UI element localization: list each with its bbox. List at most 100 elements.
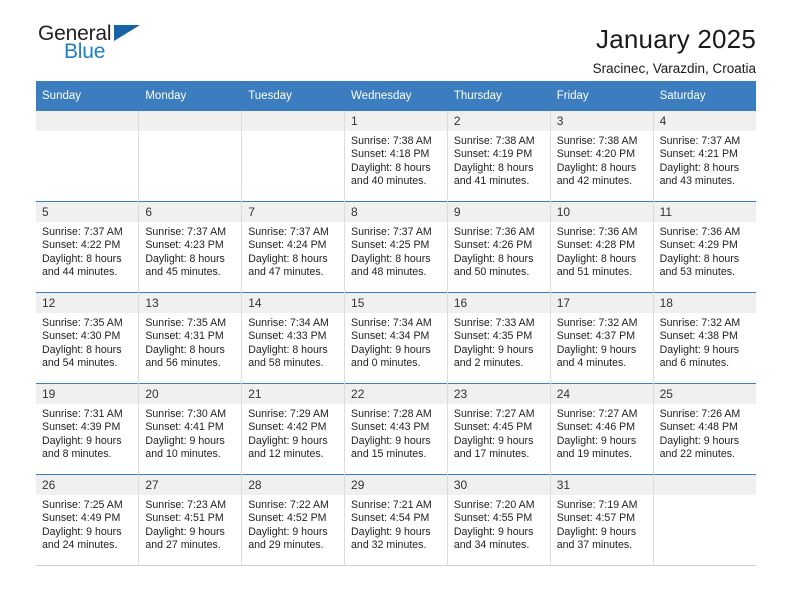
sunrise-text: Sunrise: 7:38 AM: [351, 135, 432, 147]
day-number: 2: [447, 111, 550, 131]
sunrise-text: Sunrise: 7:23 AM: [145, 499, 227, 511]
day-number: 14: [242, 293, 345, 313]
daylight-text: Daylight: 9 hours: [453, 525, 534, 538]
sunset-text: Sunset: 4:31 PM: [145, 330, 224, 343]
calendar-day-cell[interactable]: 13 Sunrise: 7:35 AM Sunset: 4:31 PM Dayligh…: [138, 292, 243, 384]
calendar-day-cell[interactable]: 12 Sunrise: 7:35 AM Sunset: 4:30 PM Dayligh…: [36, 292, 140, 384]
calendar-day-cell[interactable]: 29 Sunrise: 7:21 AM Sunset: 4:54 PM Dayligh…: [344, 474, 448, 566]
day-number: 23: [447, 384, 550, 404]
calendar-day-cell[interactable]: 23 Sunrise: 7:27 AM Sunset: 4:45 PM Dayligh…: [447, 383, 551, 475]
calendar-day-cell[interactable]: 19 Sunrise: 7:31 AM Sunset: 4:39 PM Dayligh…: [36, 383, 140, 475]
calendar-day-cell[interactable]: 30 Sunrise: 7:20 AM Sunset: 4:55 PM Dayligh…: [447, 474, 551, 566]
sunrise-text: Sunrise: 7:37 AM: [248, 226, 329, 238]
calendar-day-cell-empty: [653, 474, 756, 566]
calendar-day-cell[interactable]: 11 Sunrise: 7:36 AM Sunset: 4:29 PM Dayligh…: [653, 201, 756, 293]
daylight-text: Daylight: 8 hours: [556, 252, 637, 265]
day-number: 7: [242, 202, 345, 222]
day-number: 31: [550, 475, 653, 495]
calendar-day-cell[interactable]: 5 Sunrise: 7:37 AM Sunset: 4:22 PM Daylight…: [36, 201, 140, 293]
weekday-header-sunday: Sunday: [36, 81, 140, 111]
sunrise-text: Sunrise: 7:30 AM: [145, 408, 227, 420]
day-details: Sunrise: 7:23 AM Sunset: 4:51 PM Daylight:…: [139, 495, 241, 553]
title-block: January 2025 Sracinec, Varazdin, Croatia: [593, 22, 756, 77]
day-number: 22: [345, 384, 447, 404]
calendar-day-cell[interactable]: 17 Sunrise: 7:32 AM Sunset: 4:37 PM Dayligh…: [550, 292, 654, 384]
daylight-text-cont: and 50 minutes.: [453, 266, 530, 279]
day-details: Sunrise: 7:37 AM Sunset: 4:25 PM Daylight:…: [345, 222, 447, 280]
calendar-day-cell[interactable]: 2 Sunrise: 7:38 AM Sunset: 4:19 PM Daylight…: [447, 110, 551, 202]
calendar-day-cell-empty: [36, 110, 140, 202]
daylight-text-cont: and 34 minutes.: [453, 539, 530, 552]
daylight-text: Daylight: 9 hours: [248, 434, 328, 447]
sunrise-text: Sunrise: 7:36 AM: [556, 226, 638, 238]
sunrise-text: Sunrise: 7:32 AM: [556, 317, 638, 329]
day-number: 3: [550, 111, 653, 131]
calendar-day-cell[interactable]: 28 Sunrise: 7:22 AM Sunset: 4:52 PM Dayligh…: [241, 474, 346, 566]
weekday-header-wednesday: Wednesday: [344, 81, 448, 111]
sunrise-text: Sunrise: 7:20 AM: [453, 499, 535, 511]
day-number: 25: [653, 384, 756, 404]
sunrise-text: Sunrise: 7:35 AM: [145, 317, 227, 329]
day-details: Sunrise: 7:20 AM Sunset: 4:55 PM Daylight:…: [448, 495, 550, 553]
calendar-week-row: 19 Sunrise: 7:31 AM Sunset: 4:39 PM Dayligh…: [36, 383, 756, 475]
daylight-text-cont: and 58 minutes.: [248, 357, 324, 370]
day-details: Sunrise: 7:34 AM Sunset: 4:34 PM Daylight:…: [345, 313, 447, 371]
day-details: Sunrise: 7:21 AM Sunset: 4:54 PM Daylight:…: [345, 495, 447, 553]
day-details: Sunrise: 7:37 AM Sunset: 4:24 PM Daylight:…: [242, 222, 344, 280]
sunset-text: Sunset: 4:48 PM: [659, 421, 738, 434]
day-number: [139, 111, 242, 131]
day-details: Sunrise: 7:35 AM Sunset: 4:30 PM Daylight:…: [36, 313, 138, 371]
day-details: Sunrise: 7:32 AM Sunset: 4:38 PM Daylight:…: [654, 313, 756, 371]
day-number: 10: [550, 202, 653, 222]
day-number: 1: [345, 111, 447, 131]
daylight-text: Daylight: 9 hours: [42, 434, 122, 447]
weekday-header-monday: Monday: [138, 81, 243, 111]
calendar-day-cell[interactable]: 31 Sunrise: 7:19 AM Sunset: 4:57 PM Dayligh…: [550, 474, 654, 566]
daylight-text: Daylight: 9 hours: [351, 343, 431, 356]
calendar-day-cell[interactable]: 27 Sunrise: 7:23 AM Sunset: 4:51 PM Dayligh…: [138, 474, 243, 566]
daylight-text: Daylight: 8 hours: [145, 252, 225, 265]
calendar-day-cell[interactable]: 26 Sunrise: 7:25 AM Sunset: 4:49 PM Dayligh…: [36, 474, 140, 566]
general-blue-logo[interactable]: General Blue: [38, 22, 158, 70]
calendar-day-cell[interactable]: 22 Sunrise: 7:28 AM Sunset: 4:43 PM Dayligh…: [344, 383, 448, 475]
sunset-text: Sunset: 4:35 PM: [453, 330, 533, 343]
daylight-text-cont: and 27 minutes.: [145, 539, 221, 552]
calendar-day-cell[interactable]: 20 Sunrise: 7:30 AM Sunset: 4:41 PM Dayligh…: [138, 383, 243, 475]
daylight-text-cont: and 56 minutes.: [145, 357, 221, 370]
calendar-day-cell-empty: [241, 110, 346, 202]
calendar-day-cell[interactable]: 8 Sunrise: 7:37 AM Sunset: 4:25 PM Daylight…: [344, 201, 448, 293]
daylight-text-cont: and 22 minutes.: [659, 448, 735, 461]
calendar-day-cell[interactable]: 6 Sunrise: 7:37 AM Sunset: 4:23 PM Daylight…: [138, 201, 243, 293]
calendar-day-cell[interactable]: 1 Sunrise: 7:38 AM Sunset: 4:18 PM Daylight…: [344, 110, 448, 202]
calendar-day-cell[interactable]: 15 Sunrise: 7:34 AM Sunset: 4:34 PM Dayligh…: [344, 292, 448, 384]
calendar-body: 1 Sunrise: 7:38 AM Sunset: 4:18 PM Daylight…: [36, 110, 756, 566]
sunset-text: Sunset: 4:25 PM: [351, 239, 430, 252]
sunrise-text: Sunrise: 7:27 AM: [556, 408, 638, 420]
calendar-week-row: 12 Sunrise: 7:35 AM Sunset: 4:30 PM Dayligh…: [36, 292, 756, 384]
daylight-text: Daylight: 9 hours: [351, 434, 431, 447]
calendar-day-cell[interactable]: 4 Sunrise: 7:37 AM Sunset: 4:21 PM Daylight…: [653, 110, 756, 202]
day-number: [242, 111, 345, 131]
calendar-day-cell[interactable]: 16 Sunrise: 7:33 AM Sunset: 4:35 PM Dayligh…: [447, 292, 551, 384]
calendar-day-cell[interactable]: 9 Sunrise: 7:36 AM Sunset: 4:26 PM Daylight…: [447, 201, 551, 293]
calendar-day-cell[interactable]: 24 Sunrise: 7:27 AM Sunset: 4:46 PM Dayligh…: [550, 383, 654, 475]
logo-text-blue: Blue: [64, 40, 106, 63]
calendar-day-cell[interactable]: 25 Sunrise: 7:26 AM Sunset: 4:48 PM Dayligh…: [653, 383, 756, 475]
day-number: 15: [345, 293, 447, 313]
calendar-day-cell[interactable]: 21 Sunrise: 7:29 AM Sunset: 4:42 PM Dayligh…: [241, 383, 346, 475]
day-details: Sunrise: 7:27 AM Sunset: 4:46 PM Daylight:…: [551, 404, 653, 462]
sunset-text: Sunset: 4:20 PM: [556, 148, 636, 161]
calendar-day-cell[interactable]: 14 Sunrise: 7:34 AM Sunset: 4:33 PM Dayligh…: [241, 292, 346, 384]
day-details: [654, 495, 756, 499]
sunset-text: Sunset: 4:52 PM: [248, 512, 327, 525]
sunrise-text: Sunrise: 7:38 AM: [556, 135, 638, 147]
calendar-day-cell[interactable]: 18 Sunrise: 7:32 AM Sunset: 4:38 PM Dayligh…: [653, 292, 756, 384]
daylight-text: Daylight: 9 hours: [556, 343, 637, 356]
calendar-day-cell[interactable]: 7 Sunrise: 7:37 AM Sunset: 4:24 PM Daylight…: [241, 201, 346, 293]
calendar-day-cell[interactable]: 3 Sunrise: 7:38 AM Sunset: 4:20 PM Daylight…: [550, 110, 654, 202]
daylight-text: Daylight: 9 hours: [145, 525, 225, 538]
daylight-text: Daylight: 8 hours: [351, 252, 431, 265]
calendar-day-cell[interactable]: 10 Sunrise: 7:36 AM Sunset: 4:28 PM Dayligh…: [550, 201, 654, 293]
sunset-text: Sunset: 4:46 PM: [556, 421, 636, 434]
daylight-text-cont: and 51 minutes.: [556, 266, 633, 279]
